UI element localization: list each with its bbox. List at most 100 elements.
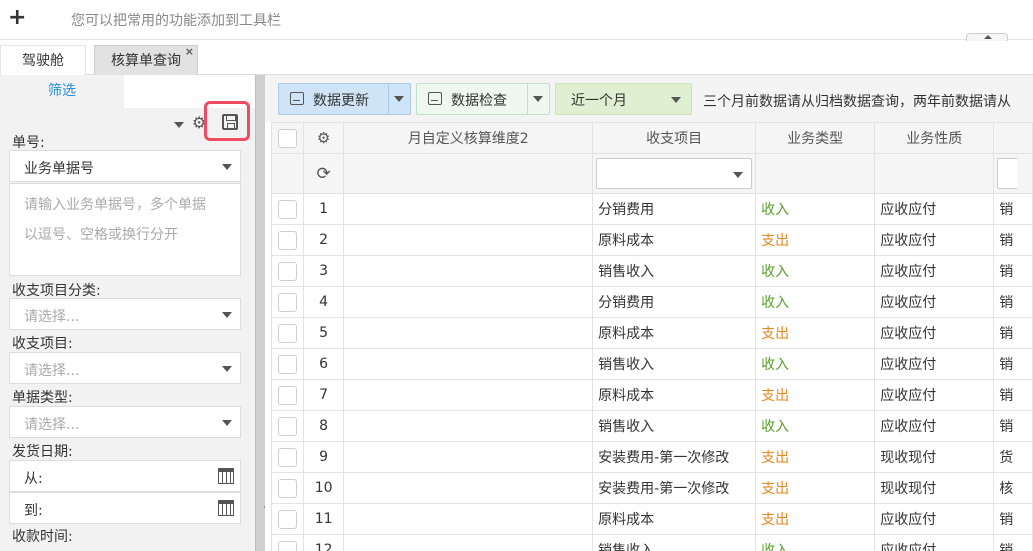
check-dropdown[interactable] bbox=[527, 84, 549, 114]
nature-cell: 现收现付 bbox=[874, 472, 995, 504]
calendar-icon[interactable] bbox=[218, 500, 234, 516]
ship-date-to[interactable]: 到: bbox=[9, 492, 241, 524]
row-checkbox[interactable] bbox=[277, 447, 297, 467]
header-select-all[interactable] bbox=[271, 122, 304, 154]
row-select-cell[interactable] bbox=[271, 503, 304, 535]
nature-cell: 应收应付 bbox=[874, 348, 995, 380]
save-icon[interactable] bbox=[222, 114, 238, 130]
extra-cell: 销 bbox=[993, 317, 1033, 349]
panel-splitter[interactable] bbox=[255, 75, 265, 551]
nature-cell: 应收应付 bbox=[874, 379, 995, 411]
placeholder: 请选择... bbox=[24, 309, 80, 325]
dimension-cell bbox=[343, 379, 594, 411]
header-settings[interactable]: ⚙ bbox=[302, 122, 345, 154]
table-row[interactable]: 2 原料成本 支出 应收应付销 bbox=[271, 224, 1033, 256]
row-checkbox[interactable] bbox=[277, 199, 297, 219]
dimension-cell bbox=[343, 472, 594, 504]
column-header-cut[interactable] bbox=[993, 122, 1033, 154]
row-select-cell[interactable] bbox=[271, 348, 304, 380]
item-cell: 销售收入 bbox=[592, 534, 757, 551]
table-row[interactable]: 9 安装费用-第一次修改 支出 现收现付货 bbox=[271, 441, 1033, 473]
item-cell: 原料成本 bbox=[592, 317, 757, 349]
gear-icon[interactable]: ⚙ bbox=[317, 129, 330, 147]
row-select-cell[interactable] bbox=[271, 410, 304, 442]
close-icon[interactable]: × bbox=[185, 37, 194, 67]
doctype-select[interactable]: 请选择... bbox=[9, 406, 241, 438]
row-number: 7 bbox=[302, 379, 345, 411]
type-cell: 收入 bbox=[755, 348, 876, 380]
calendar-icon[interactable] bbox=[218, 468, 234, 484]
table-row[interactable]: 8 销售收入 收入 应收应付销 bbox=[271, 410, 1033, 442]
toolbar-hint: 您可以把常用的功能添加到工具栏 bbox=[71, 13, 281, 29]
column-header[interactable]: 业务类型 bbox=[755, 122, 876, 154]
table-row[interactable]: 12 销售收入 收入 应收应付销 bbox=[271, 534, 1033, 551]
row-select-cell[interactable] bbox=[271, 379, 304, 411]
table-row[interactable]: 3 销售收入 收入 应收应付销 bbox=[271, 255, 1033, 287]
doc-no-type-value: 业务单据号 bbox=[24, 161, 94, 177]
type-cell: 支出 bbox=[755, 503, 876, 535]
filter-row: ⟳ bbox=[271, 153, 1033, 194]
update-label: 数据更新 bbox=[313, 93, 369, 109]
check-label: 数据检查 bbox=[451, 93, 507, 109]
row-checkbox[interactable] bbox=[277, 385, 297, 405]
select-all-checkbox[interactable] bbox=[277, 128, 297, 148]
column-header[interactable]: 业务性质 bbox=[874, 122, 995, 154]
row-select-cell[interactable] bbox=[271, 534, 304, 551]
column-header[interactable]: 收支项目 bbox=[592, 122, 757, 154]
doc-no-type-select[interactable]: 业务单据号 bbox=[9, 150, 241, 182]
row-checkbox[interactable] bbox=[277, 540, 297, 551]
column-header[interactable]: 月自定义核算维度2 bbox=[343, 122, 594, 154]
refresh-icon[interactable]: ⟳ bbox=[316, 164, 330, 184]
table-row[interactable]: 6 销售收入 收入 应收应付销 bbox=[271, 348, 1033, 380]
placeholder: 请选择... bbox=[24, 417, 80, 433]
placeholder: 请选择... bbox=[24, 363, 80, 379]
row-select-cell[interactable] bbox=[271, 224, 304, 256]
save-button-highlight[interactable] bbox=[204, 101, 250, 141]
chevron-down-icon bbox=[733, 172, 744, 178]
row-checkbox[interactable] bbox=[277, 323, 297, 343]
row-select-cell[interactable] bbox=[271, 472, 304, 504]
filter-cell bbox=[874, 153, 995, 194]
caret-down-icon[interactable] bbox=[174, 122, 184, 128]
table-row[interactable]: 10 安装费用-第一次修改 支出 现收现付核 bbox=[271, 472, 1033, 504]
tab-cockpit[interactable]: 驾驶舱 bbox=[0, 45, 86, 75]
table-row[interactable]: 11 原料成本 支出 应收应付销 bbox=[271, 503, 1033, 535]
row-checkbox[interactable] bbox=[277, 354, 297, 374]
ship-date-from[interactable]: 从: bbox=[9, 460, 241, 492]
row-select-cell[interactable] bbox=[271, 286, 304, 318]
period-select[interactable]: 近一个月 bbox=[555, 83, 692, 115]
table-row[interactable]: 4 分销费用 收入 应收应付销 bbox=[271, 286, 1033, 318]
doc-no-input[interactable]: 请输入业务单据号，多个单据 以逗号、空格或换行分开 bbox=[9, 183, 241, 276]
row-checkbox[interactable] bbox=[277, 230, 297, 250]
row-checkbox[interactable] bbox=[277, 261, 297, 281]
row-checkbox[interactable] bbox=[277, 292, 297, 312]
row-checkbox[interactable] bbox=[277, 416, 297, 436]
item-select[interactable]: 请选择... bbox=[9, 352, 241, 384]
table-row[interactable]: 7 原料成本 支出 应收应付销 bbox=[271, 379, 1033, 411]
row-number: 11 bbox=[302, 503, 345, 535]
table-row[interactable]: 1 分销费用 收入 应收应付销 bbox=[271, 193, 1033, 225]
dimension-cell bbox=[343, 503, 594, 535]
add-icon[interactable]: + bbox=[8, 4, 26, 32]
row-select-cell[interactable] bbox=[271, 317, 304, 349]
update-data-button[interactable]: 数据更新 bbox=[278, 83, 411, 115]
row-select-cell[interactable] bbox=[271, 255, 304, 287]
row-select-cell[interactable] bbox=[271, 193, 304, 225]
check-data-button[interactable]: 数据检查 bbox=[416, 83, 550, 115]
type-cell: 收入 bbox=[755, 534, 876, 551]
row-checkbox[interactable] bbox=[277, 478, 297, 498]
table-row[interactable]: 5 原料成本 支出 应收应付销 bbox=[271, 317, 1033, 349]
tab-label: 核算单查询 bbox=[111, 53, 181, 69]
type-cell: 收入 bbox=[755, 410, 876, 442]
collapse-toolbar-button[interactable] bbox=[966, 33, 1008, 41]
tab-accounting-query[interactable]: 核算单查询 × bbox=[94, 45, 198, 75]
update-dropdown[interactable] bbox=[388, 84, 410, 114]
row-checkbox[interactable] bbox=[277, 509, 297, 529]
item-filter-select[interactable] bbox=[596, 158, 753, 189]
row-select-cell[interactable] bbox=[271, 441, 304, 473]
row-number: 10 bbox=[302, 472, 345, 504]
tab-filter[interactable]: 筛选 bbox=[0, 75, 124, 108]
category-select[interactable]: 请选择... bbox=[9, 298, 241, 330]
extra-filter-select[interactable] bbox=[997, 158, 1018, 189]
extra-cell: 销 bbox=[993, 348, 1033, 380]
